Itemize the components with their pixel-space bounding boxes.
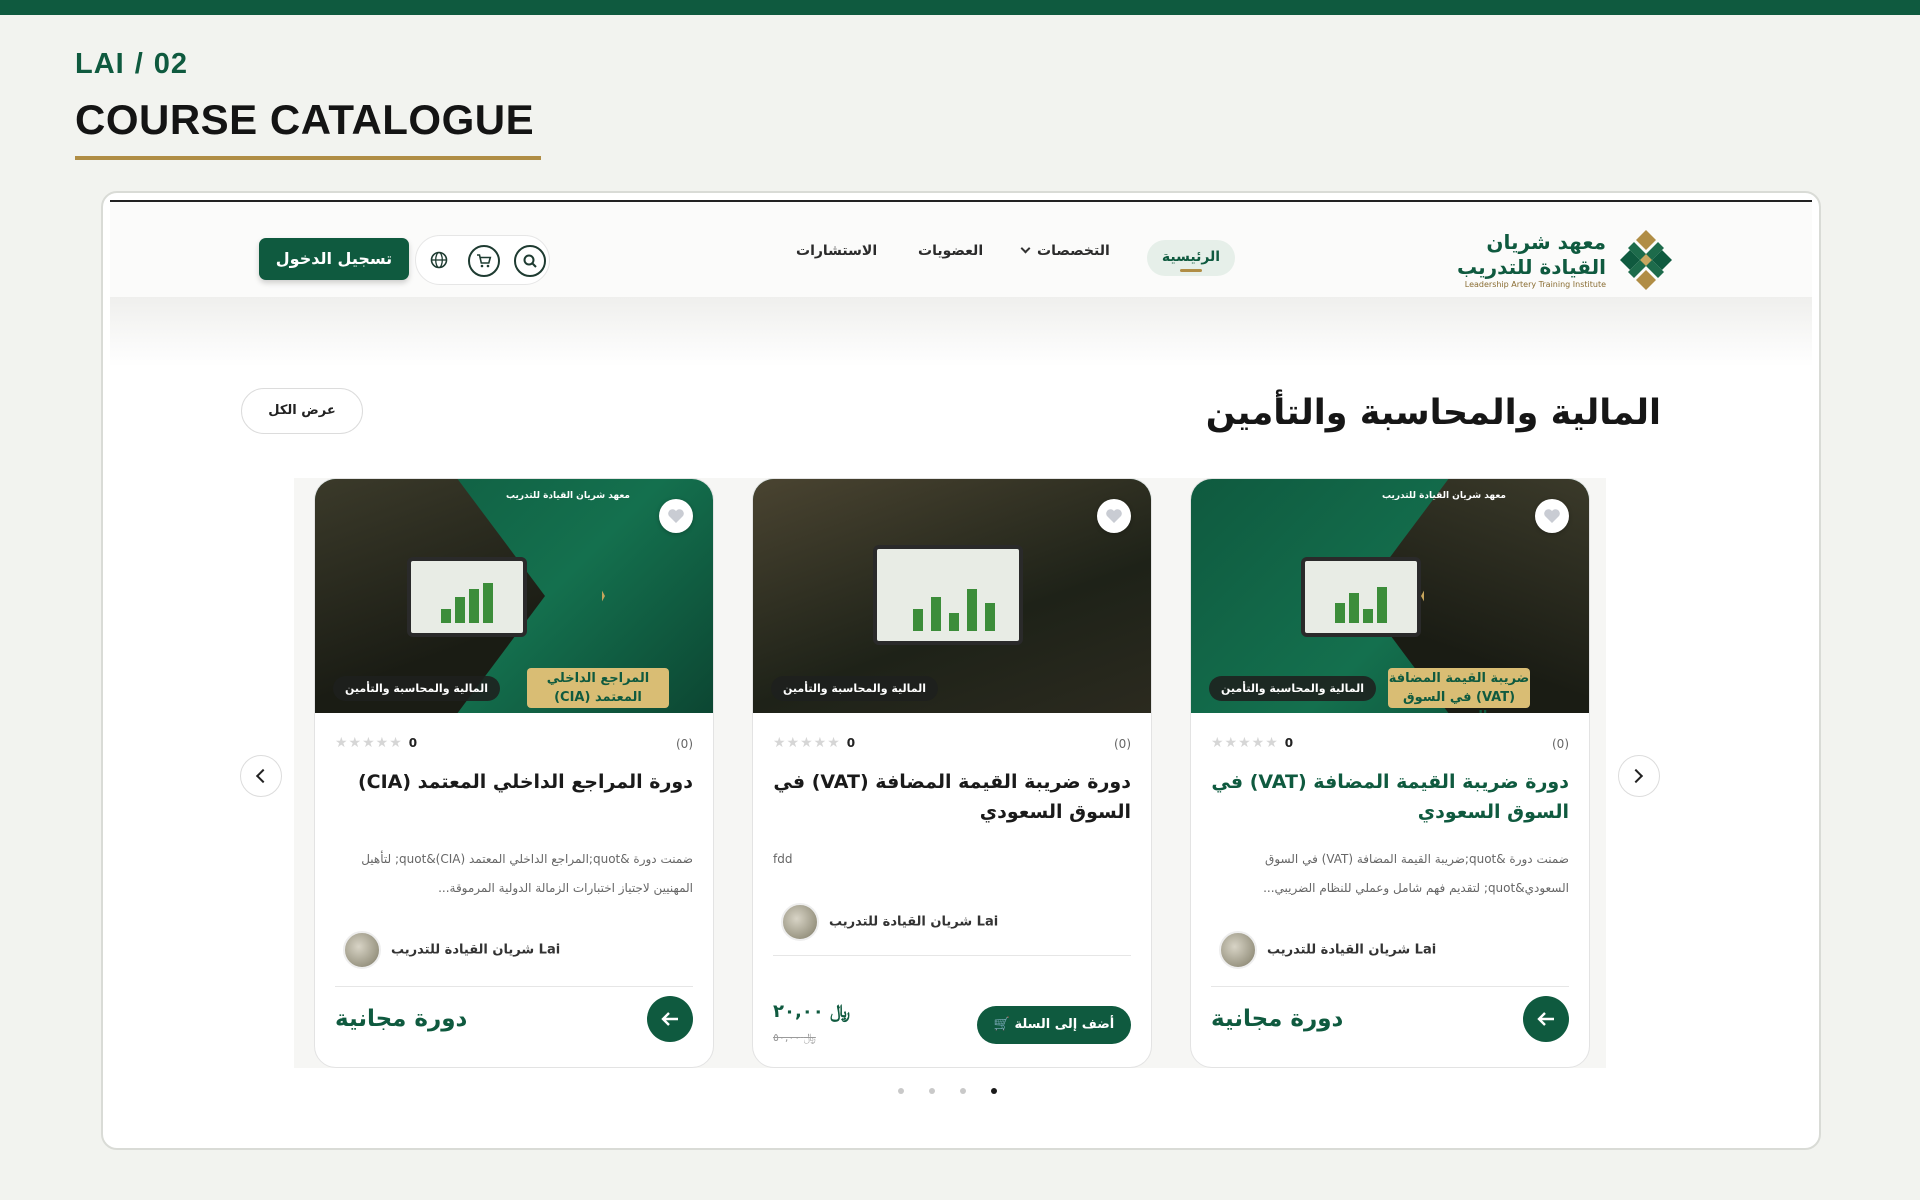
- course-image: معهد شريان القيادة للتدريب المراجع الداخ…: [315, 479, 713, 713]
- course-author: شريان القيادة للتدريب Lai: [343, 931, 560, 969]
- avatar: [343, 931, 381, 969]
- carousel-next-button[interactable]: [1618, 755, 1660, 797]
- add-to-cart-button[interactable]: أضف إلى السلة 🛒: [977, 1006, 1131, 1044]
- search-button[interactable]: [514, 245, 546, 277]
- slide-code: LAI/02: [75, 48, 189, 80]
- nav-item-home[interactable]: الرئيسية: [1147, 240, 1235, 276]
- avatar: [781, 903, 819, 941]
- rating-count: (0): [1114, 737, 1131, 751]
- course-old-price: ﷼ ٥٠,٠٠: [773, 1031, 816, 1044]
- rating-count: (0): [1552, 737, 1569, 751]
- star-rating: ★★★★★ 0: [1211, 735, 1294, 751]
- course-open-button[interactable]: [1523, 996, 1569, 1042]
- heart-icon: [1544, 509, 1560, 523]
- slide-top-bar: [0, 0, 1920, 15]
- heading-underline: [75, 156, 541, 160]
- course-card[interactable]: المالية والمحاسبة والتأمين (0) ★★★★★ 0 دو…: [752, 478, 1152, 1068]
- logo-tagline: Leadership Artery Training Institute: [1464, 280, 1606, 289]
- cart-icon: [477, 254, 492, 268]
- carousel-dot-active[interactable]: [991, 1088, 997, 1094]
- course-title[interactable]: دورة ضريبة القيمة المضافة (VAT) في السوق…: [1211, 767, 1569, 827]
- favorite-button[interactable]: [659, 499, 693, 533]
- course-image: معهد شريان القيادة للتدريب ضريبة القيمة …: [1191, 479, 1589, 713]
- favorite-button[interactable]: [1097, 499, 1131, 533]
- login-button[interactable]: تسجيل الدخول: [259, 238, 409, 280]
- course-author: شريان القيادة للتدريب Lai: [1219, 931, 1436, 969]
- category-pill: المالية والمحاسبة والتأمين: [333, 676, 501, 701]
- chevron-right-icon: [1628, 768, 1644, 784]
- arrow-left-icon: [1537, 1012, 1554, 1026]
- course-title[interactable]: دورة ضريبة القيمة المضافة (VAT) في السوق…: [773, 767, 1131, 827]
- slide-heading: COURSE CATALOGUE: [75, 96, 535, 143]
- carousel-dot[interactable]: [929, 1088, 935, 1094]
- image-brand-text: معهد شريان القيادة للتدريب: [1381, 491, 1506, 501]
- course-title[interactable]: دورة المراجع الداخلي المعتمد (CIA): [335, 767, 693, 797]
- avatar: [1219, 931, 1257, 969]
- carousel-dot[interactable]: [898, 1088, 904, 1094]
- laptop-illustration: [873, 545, 1023, 645]
- course-card[interactable]: معهد شريان القيادة للتدريب المراجع الداخ…: [314, 478, 714, 1068]
- course-image: المالية والمحاسبة والتأمين: [753, 479, 1151, 713]
- language-button[interactable]: [424, 245, 456, 277]
- chevron-down-icon: [1020, 243, 1031, 254]
- course-card[interactable]: معهد شريان القيادة للتدريب ضريبة القيمة …: [1190, 478, 1590, 1068]
- nav-item-consultations[interactable]: الاستشارات: [796, 243, 877, 259]
- carousel-dots: [898, 1088, 1018, 1098]
- course-open-button[interactable]: [647, 996, 693, 1042]
- globe-icon: [430, 251, 448, 269]
- carousel-prev-button[interactable]: [240, 755, 282, 797]
- carousel-dot[interactable]: [960, 1088, 966, 1094]
- free-course-label: دورة مجانية: [1211, 1006, 1344, 1032]
- rating-count: (0): [676, 737, 693, 751]
- image-title-badge: ضريبة القيمة المضافة (VAT) في السوق السع…: [1388, 668, 1530, 713]
- screenshot-frame: معهد شريان القيادة للتدريب Leadership Ar…: [101, 191, 1821, 1150]
- heart-icon: [668, 509, 684, 523]
- site-navbar: معهد شريان القيادة للتدريب Leadership Ar…: [110, 202, 1812, 297]
- laptop-illustration: [407, 557, 527, 637]
- chevron-left-icon: [255, 768, 271, 784]
- image-title-badge: المراجع الداخلي المعتمد (CIA): [527, 668, 669, 708]
- nav-item-specializations[interactable]: التخصصات: [1020, 243, 1110, 259]
- course-price: ﷼ ٢٠,٠٠: [773, 1001, 851, 1022]
- cart-icon: 🛒: [993, 1017, 1010, 1032]
- logo-text-line1: معهد شريان: [1486, 230, 1606, 254]
- image-brand-text: معهد شريان القيادة للتدريب: [505, 491, 630, 501]
- star-rating: ★★★★★ 0: [335, 735, 418, 751]
- course-description: fdd: [773, 852, 793, 866]
- free-course-label: دورة مجانية: [335, 1006, 468, 1032]
- laptop-illustration: [1301, 557, 1421, 637]
- site-logo[interactable]: معهد شريان القيادة للتدريب Leadership Ar…: [1457, 226, 1676, 296]
- view-all-button[interactable]: عرض الكل: [241, 388, 363, 434]
- logo-text-line2: القيادة للتدريب: [1456, 255, 1606, 279]
- course-description: ضمنت دورة &quot;ضريبة القيمة المضافة (VA…: [1263, 852, 1569, 895]
- riyal-icon: ﷼: [830, 1001, 851, 1022]
- favorite-button[interactable]: [1535, 499, 1569, 533]
- arrow-left-icon: [661, 1012, 678, 1026]
- heart-icon: [1106, 509, 1122, 523]
- nav-item-memberships[interactable]: العضويات: [918, 243, 983, 259]
- category-pill: المالية والمحاسبة والتأمين: [771, 676, 939, 701]
- logo-mark-icon: [1620, 230, 1672, 290]
- riyal-icon: ﷼: [803, 1031, 816, 1044]
- course-description: ضمنت دورة &quot;المراجع الداخلي المعتمد …: [361, 852, 693, 895]
- star-rating: ★★★★★ 0: [773, 735, 856, 751]
- active-indicator: [1180, 269, 1202, 272]
- cart-button[interactable]: [468, 245, 500, 277]
- search-icon: [523, 254, 537, 268]
- course-author: شريان القيادة للتدريب Lai: [781, 903, 998, 941]
- header-icon-group: [415, 235, 550, 285]
- category-pill: المالية والمحاسبة والتأمين: [1209, 676, 1377, 701]
- section-title: المالية والمحاسبة والتأمين: [1205, 393, 1661, 433]
